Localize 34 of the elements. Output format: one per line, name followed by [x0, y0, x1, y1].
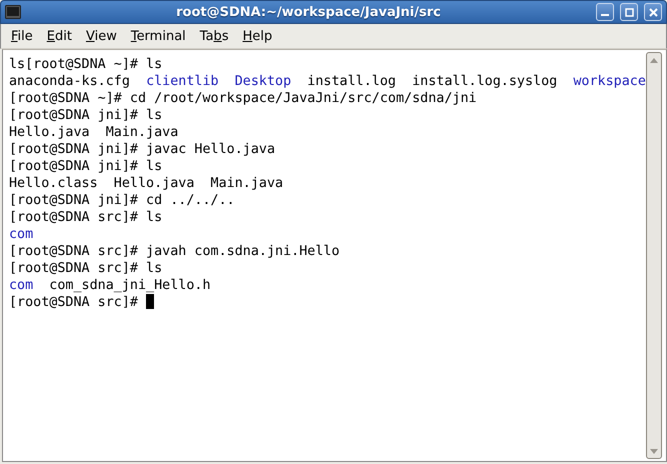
menu-item[interactable]: Edit: [40, 26, 78, 46]
close-button[interactable]: [644, 3, 662, 21]
directory-name: com: [9, 227, 34, 242]
terminal-text: [root@SDNA src]#: [9, 295, 139, 310]
terminal-text: anaconda-ks.cfg: [9, 74, 131, 89]
maximize-button[interactable]: [620, 3, 638, 21]
terminal-text: [root@SDNA jni]# ls: [9, 108, 162, 123]
terminal-text: [root@SDNA src]# ls: [9, 210, 162, 225]
menu-item[interactable]: Tabs: [194, 26, 235, 46]
terminal-text: [root@SDNA ~]# cd /root/workspace/JavaJni/src/com/sdna/jni: [9, 91, 477, 106]
terminal-text: [root@SDNA jni]# cd ../../..: [9, 193, 235, 208]
terminal-text: Hello.class Hello.java Main.java: [9, 176, 284, 191]
menu-item[interactable]: Terminal: [124, 26, 192, 46]
directory-name: workspace: [573, 74, 646, 89]
terminal-text: [root@SDNA jni]# javac Hello.java: [9, 142, 276, 157]
menu-item[interactable]: Help: [236, 26, 278, 46]
terminal-text: [root@SDNA src]# javah com.sdna.jni.Hello: [9, 244, 340, 259]
maximize-icon: [624, 8, 634, 16]
minimize-button[interactable]: [596, 3, 614, 21]
terminal-text: ls[root@SDNA ~]# ls: [9, 57, 162, 72]
terminal-text: install.log install.log.syslog: [306, 74, 558, 89]
terminal-icon: [5, 5, 21, 19]
terminal-text: Hello.java Main.java: [9, 125, 178, 140]
terminal-text: [root@SDNA jni]# ls: [9, 159, 162, 174]
close-icon: [648, 8, 658, 16]
directory-name: com: [9, 278, 34, 293]
menu-item[interactable]: File: [5, 26, 39, 46]
directory-name: clientlib: [146, 74, 220, 89]
directory-name: Desktop: [234, 74, 292, 89]
terminal-text: [root@SDNA src]# ls: [9, 261, 162, 276]
window-title: root@SDNA:~/workspace/JavaJni/src: [175, 4, 442, 20]
text-cursor: [146, 294, 154, 309]
menu-item[interactable]: View: [80, 26, 123, 46]
terminal-text: com_sdna_jni_Hello.h: [48, 278, 211, 293]
